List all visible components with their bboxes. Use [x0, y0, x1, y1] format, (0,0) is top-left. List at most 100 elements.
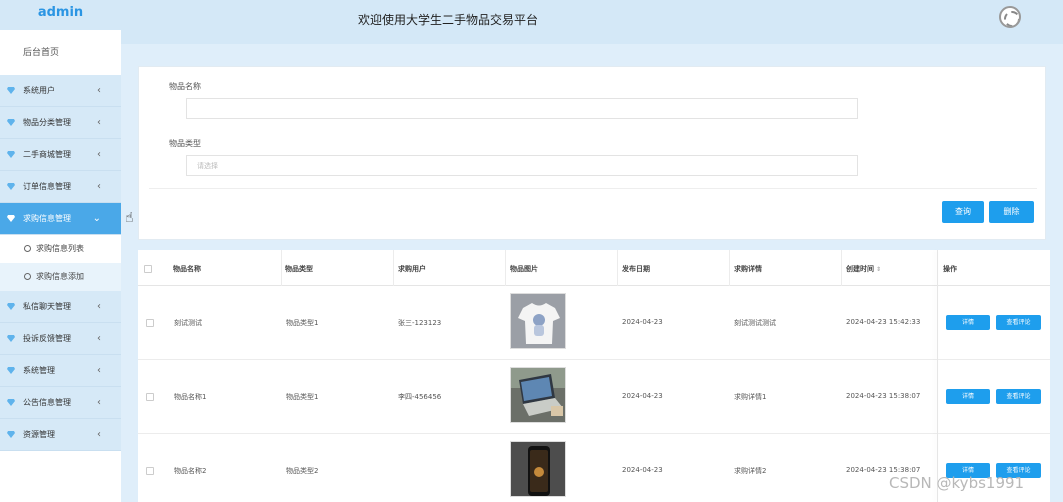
cell-type: 物品类型1 — [286, 319, 319, 327]
cell-date: 2024-04-23 — [622, 392, 663, 400]
diamond-icon — [7, 87, 15, 94]
sidebar-item-label: 订单信息管理 — [23, 182, 71, 191]
sidebar-item-system-users[interactable]: 系统用户 ‹ — [0, 75, 121, 107]
sidebar-item-label: 求购信息管理 — [23, 214, 71, 223]
sidebar-item-label: 公告信息管理 — [23, 398, 71, 407]
sidebar-item-label: 物品分类管理 — [23, 118, 71, 127]
view-reviews-button[interactable]: 查看评论 — [996, 315, 1041, 330]
chevron-left-icon: ‹ — [97, 149, 101, 160]
detail-button[interactable]: 详情 — [946, 315, 990, 330]
sidebar-item-messages[interactable]: 私信聊天管理 ‹ — [0, 291, 121, 323]
fixed-column-divider — [937, 250, 938, 502]
table-row: 物品名称1 物品类型1 李四-456456 2024-04-23 求购详情1 2… — [138, 360, 1050, 434]
delete-button[interactable]: 删除 — [989, 201, 1034, 223]
cell-type: 物品类型2 — [286, 467, 319, 475]
sort-icon[interactable]: ⇕ — [876, 266, 881, 273]
column-divider — [729, 250, 730, 286]
laptop-image[interactable] — [510, 367, 566, 423]
column-header: 物品类型 — [285, 265, 313, 273]
chevron-left-icon: ‹ — [97, 301, 101, 312]
sidebar-item-announcements[interactable]: 公告信息管理 ‹ — [0, 387, 121, 419]
chevron-left-icon: ‹ — [97, 85, 101, 96]
query-button[interactable]: 查询 — [942, 201, 984, 223]
sidebar-item-complaints[interactable]: 投诉反馈管理 ‹ — [0, 323, 121, 355]
chevron-left-icon: ‹ — [97, 181, 101, 192]
top-header: admin 欢迎使用大学生二手物品交易平台 — [0, 0, 1063, 44]
item-type-select[interactable] — [186, 155, 858, 176]
cell-date: 2024-04-23 — [622, 466, 663, 474]
column-header: 求购详情 — [734, 265, 762, 273]
column-header: 求购用户 — [398, 265, 426, 273]
cell-detail: 刻试测试测试 — [734, 319, 776, 327]
cell-detail: 求购详情2 — [734, 467, 767, 475]
row-checkbox[interactable] — [146, 393, 154, 401]
sidebar-item-category[interactable]: 物品分类管理 ‹ — [0, 107, 121, 139]
diamond-icon — [7, 335, 15, 342]
chevron-down-icon: ⌄ — [92, 213, 101, 224]
item-name-input[interactable] — [186, 98, 858, 119]
detail-button[interactable]: 详情 — [946, 389, 990, 404]
row-checkbox[interactable] — [146, 319, 154, 327]
sidebar-item-label: 私信聊天管理 — [23, 302, 71, 311]
sidebar-item-resources[interactable]: 资源管理 ‹ — [0, 419, 121, 451]
diamond-icon — [7, 151, 15, 158]
sidebar-item-label: 资源管理 — [23, 430, 55, 439]
sidebar-item-system[interactable]: 系统管理 ‹ — [0, 355, 121, 387]
sidebar-subitem-label: 求购信息添加 — [36, 272, 84, 281]
column-header: 物品图片 — [510, 265, 538, 273]
brand-logo[interactable]: admin — [0, 0, 121, 30]
cell-date: 2024-04-23 — [622, 318, 663, 326]
sidebar-subitem-purchase-list[interactable]: 求购信息列表 — [0, 235, 121, 263]
column-header: 发布日期 — [622, 265, 650, 273]
sidebar-item-label: 系统用户 — [23, 86, 55, 95]
sidebar-item-label: 二手商城管理 — [23, 150, 71, 159]
row-checkbox[interactable] — [146, 467, 154, 475]
cell-detail: 求购详情1 — [734, 393, 767, 401]
cell-user: 李四-456456 — [398, 393, 442, 401]
diamond-icon — [7, 399, 15, 406]
table-header: 物品名称 物品类型 求购用户 物品图片 发布日期 求购详情 创建时间 ⇕ 操作 — [138, 250, 1050, 286]
cell-user: 张三-123123 — [398, 319, 442, 327]
divider — [149, 188, 1037, 189]
cell-created: 2024-04-23 15:38:07 — [846, 392, 921, 400]
sidebar-item-mall[interactable]: 二手商城管理 ‹ — [0, 139, 121, 171]
chevron-left-icon: ‹ — [97, 117, 101, 128]
table-row: 刻试测试 物品类型1 张三-123123 2024-04-23 刻试测试测试 2… — [138, 286, 1050, 360]
chevron-left-icon: ‹ — [97, 365, 101, 376]
data-table: 物品名称 物品类型 求购用户 物品图片 发布日期 求购详情 创建时间 ⇕ 操作 刻… — [138, 250, 1050, 502]
column-header: 操作 — [943, 265, 957, 273]
watermark: CSDN @kybs1991 — [889, 474, 1025, 492]
cell-name: 物品名称2 — [174, 467, 207, 475]
column-divider — [617, 250, 618, 286]
column-divider — [393, 250, 394, 286]
cell-type: 物品类型1 — [286, 393, 319, 401]
sidebar-menu: 系统用户 ‹ 物品分类管理 ‹ 二手商城管理 ‹ 订单信息管理 ‹ 求购信息管理… — [0, 75, 121, 451]
column-header: 创建时间 — [846, 265, 874, 273]
phone-image[interactable] — [510, 441, 566, 497]
column-header: 物品名称 — [173, 265, 201, 273]
diamond-icon — [7, 215, 15, 222]
circle-icon — [24, 245, 31, 252]
view-reviews-button[interactable]: 查看评论 — [996, 389, 1041, 404]
sidebar-item-label: 投诉反馈管理 — [23, 334, 71, 343]
sidebar-home-link[interactable]: 后台首页 — [0, 30, 121, 76]
circle-icon — [24, 273, 31, 280]
diamond-icon — [7, 431, 15, 438]
diamond-icon — [7, 119, 15, 126]
column-divider — [281, 250, 282, 286]
chevron-left-icon: ‹ — [97, 429, 101, 440]
sidebar-item-label: 系统管理 — [23, 366, 55, 375]
sidebar-item-purchase[interactable]: 求购信息管理 ⌄ — [0, 203, 121, 235]
column-header-created[interactable]: 创建时间 ⇕ — [846, 250, 881, 286]
column-divider — [841, 250, 842, 286]
cell-name: 物品名称1 — [174, 393, 207, 401]
sidebar-subitem-purchase-add[interactable]: 求购信息添加 — [0, 263, 121, 291]
cell-created: 2024-04-23 15:38:07 — [846, 466, 921, 474]
sidebar-item-orders[interactable]: 订单信息管理 ‹ — [0, 171, 121, 203]
tshirt-image[interactable] — [510, 293, 566, 349]
select-all-checkbox[interactable] — [144, 265, 152, 273]
search-panel: 物品名称 物品类型 查询 删除 — [138, 66, 1046, 240]
item-name-label: 物品名称 — [169, 82, 201, 91]
avatar[interactable] — [999, 6, 1021, 28]
cell-name: 刻试测试 — [174, 319, 202, 327]
